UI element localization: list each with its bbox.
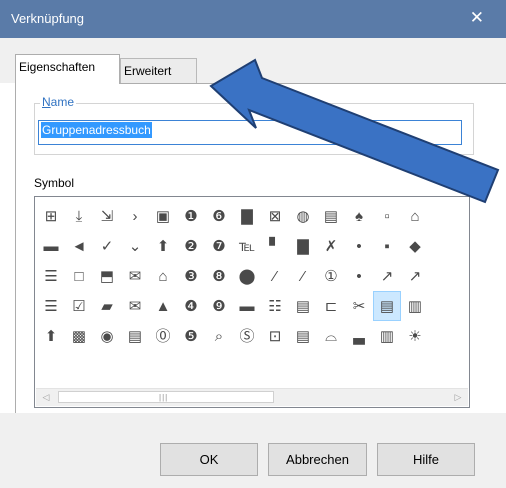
symbol-icon[interactable]: □ [65,261,93,291]
name-input[interactable]: Gruppenadressbuch [38,120,462,145]
symbol-icon[interactable]: ❸ [177,261,205,291]
scrollbar-thumb[interactable]: ||| [58,391,274,403]
symbol-label: Symbol [34,176,75,190]
symbol-icon[interactable]: ❼ [205,231,233,261]
symbol-icon[interactable]: ⬆ [149,231,177,261]
symbol-icon[interactable]: ⌂ [401,201,429,231]
symbol-icon[interactable]: ▩ [65,321,93,351]
symbol-icon[interactable]: ⤓ [65,201,93,231]
symbol-icon[interactable]: ❽ [205,261,233,291]
name-input-value: Gruppenadressbuch [41,122,152,138]
symbol-icon[interactable]: ⌓ [317,321,345,351]
symbol-icon[interactable]: • [345,261,373,291]
symbol-icon[interactable]: ↗ [401,261,429,291]
symbol-icon[interactable]: ⊞ [37,201,65,231]
symbol-icon[interactable]: • [345,231,373,261]
symbol-icon[interactable]: ⁄ [261,261,289,291]
name-group-label: Name [40,95,77,109]
symbol-icon[interactable]: ▤ [289,321,317,351]
symbol-icon[interactable]: ▥ [401,291,429,321]
symbol-icon[interactable]: ⓪ [149,321,177,351]
symbol-icon[interactable]: ✉ [121,291,149,321]
symbol-icon[interactable]: ↗ [373,261,401,291]
symbol-icon[interactable]: ❾ [205,291,233,321]
symbol-icon[interactable]: ▇ [289,231,317,261]
symbol-icon[interactable]: ⊡ [261,321,289,351]
symbol-icon[interactable]: ✓ [93,231,121,261]
symbol-icon[interactable]: ⬒ [93,261,121,291]
symbol-icon[interactable]: ☰ [37,291,65,321]
symbol-icon[interactable]: ▪ [373,231,401,261]
symbol-icon[interactable]: ✉ [121,261,149,291]
symbol-icon[interactable]: ▤ [373,291,401,321]
symbol-icon[interactable]: ▇ [233,201,261,231]
tab-erweitert[interactable]: Erweitert [120,58,197,83]
symbol-icon[interactable]: ☷ [261,291,289,321]
scroll-left-icon[interactable]: ◁ [38,390,54,405]
symbol-icon[interactable]: ❻ [205,201,233,231]
symbol-icon[interactable]: ⌕ [205,321,233,351]
symbol-icon[interactable]: ▫ [373,201,401,231]
symbol-icon[interactable]: ❹ [177,291,205,321]
symbol-icon[interactable]: ▤ [289,291,317,321]
symbol-icon[interactable]: ⊠ [261,201,289,231]
tab-eigenschaften[interactable]: Eigenschaften [15,54,120,84]
symbol-icon[interactable]: ℡ [233,231,261,261]
scrollbar-grip-icon: ||| [159,393,169,402]
symbol-grid: ⊞ ⤓ ⇲ › ▣ ❶ ❻ ▇ ⊠ ◍ ▤ ♠ ▫ ⌂ ▬ ◄ ✓ ⌄ ⬆ ❷ ❼ ℡ ▘ ▇ ✗ • ▪ ◆ ☰ □ ⬒ ✉ ⌂ ❸ ❽ ⬤ ⁄ ⁄ ① •… [37,201,429,351]
symbol-icon[interactable]: ◄ [65,231,93,261]
symbol-icon[interactable]: ① [317,261,345,291]
symbol-icon[interactable]: ⌂ [149,261,177,291]
scroll-right-icon[interactable]: ▷ [450,390,466,405]
horizontal-scrollbar[interactable]: ◁ ||| ▷ [36,388,468,406]
symbol-icon[interactable]: ☑ [65,291,93,321]
symbol-icon[interactable]: › [121,201,149,231]
symbol-icon[interactable]: ☀ [401,321,429,351]
symbol-icon[interactable]: ▃ [345,321,373,351]
close-icon[interactable]: ✕ [470,8,484,28]
symbol-icon[interactable]: ⊏ [317,291,345,321]
symbol-icon[interactable]: ◆ [401,231,429,261]
symbol-icon[interactable]: ▬ [233,291,261,321]
symbol-icon[interactable]: ▤ [317,201,345,231]
symbol-icon[interactable]: ⁄ [289,261,317,291]
symbol-icon[interactable]: ⬤ [233,261,261,291]
symbol-icon[interactable]: Ⓢ [233,321,261,351]
symbol-icon[interactable]: ◍ [289,201,317,231]
symbol-icon[interactable]: ▥ [373,321,401,351]
symbol-icon[interactable]: ▘ [261,231,289,261]
symbol-icon[interactable]: ⌄ [121,231,149,261]
help-button[interactable]: Hilfe [377,443,475,476]
symbol-icon[interactable]: ☰ [37,261,65,291]
title-bar: Verknüpfung ✕ [0,0,506,38]
symbol-icon[interactable]: ⬆ [37,321,65,351]
cancel-button[interactable]: Abbrechen [268,443,367,476]
ok-button[interactable]: OK [160,443,258,476]
window-title: Verknüpfung [11,11,85,26]
symbol-icon[interactable]: ▣ [149,201,177,231]
symbol-icon[interactable]: ✗ [317,231,345,261]
symbol-list[interactable]: ⊞ ⤓ ⇲ › ▣ ❶ ❻ ▇ ⊠ ◍ ▤ ♠ ▫ ⌂ ▬ ◄ ✓ ⌄ ⬆ ❷ ❼ ℡ ▘ ▇ ✗ • ▪ ◆ ☰ □ ⬒ ✉ ⌂ ❸ ❽ ⬤ ⁄ ⁄ ① •… [34,196,470,408]
symbol-icon[interactable]: ♠ [345,201,373,231]
symbol-icon[interactable]: ❶ [177,201,205,231]
symbol-icon[interactable]: ▬ [37,231,65,261]
symbol-icon[interactable]: ▲ [149,291,177,321]
symbol-icon[interactable]: ❷ [177,231,205,261]
symbol-icon[interactable]: ▰ [93,291,121,321]
symbol-icon[interactable]: ◉ [93,321,121,351]
symbol-icon[interactable]: ✂ [345,291,373,321]
symbol-icon[interactable]: ⇲ [93,201,121,231]
symbol-icon[interactable]: ❺ [177,321,205,351]
symbol-icon[interactable]: ▤ [121,321,149,351]
